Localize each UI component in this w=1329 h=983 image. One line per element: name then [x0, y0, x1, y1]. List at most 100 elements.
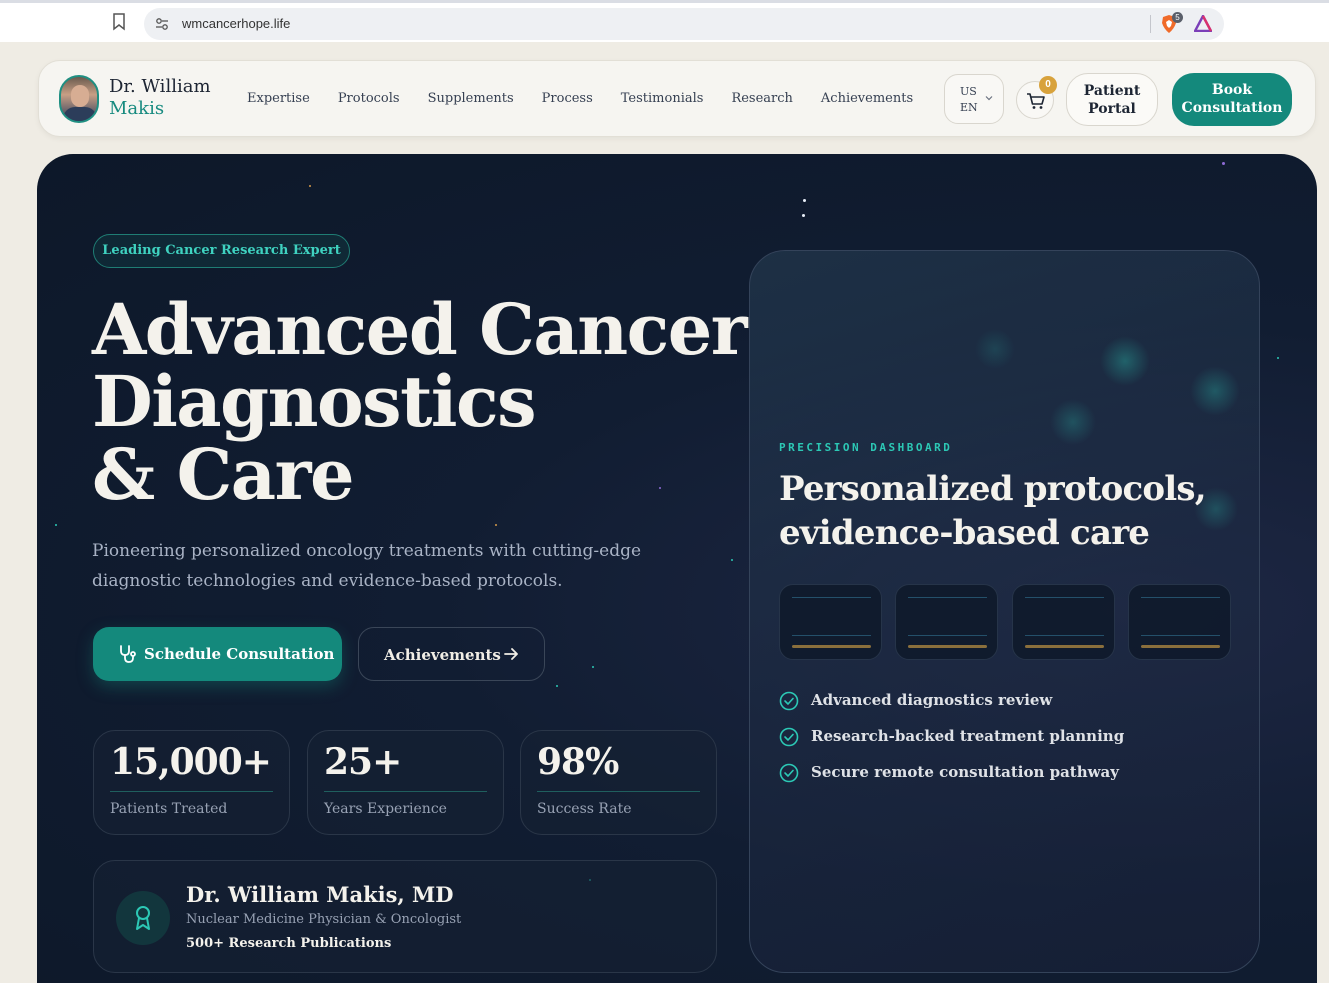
chevron-down-icon	[985, 96, 993, 101]
achievements-button[interactable]: Achievements	[358, 627, 545, 681]
tile-line	[792, 597, 871, 598]
brand-last-name[interactable]: Makis	[109, 98, 164, 119]
award-badge	[116, 891, 170, 945]
star-decoration	[55, 524, 57, 526]
metric-tile	[779, 584, 882, 660]
browser-toolbar: wmcancerhope.life 5	[0, 0, 1329, 42]
doctor-publications: 500+ Research Publications	[186, 936, 392, 951]
hero-title-line1: Advanced Cancer	[92, 288, 748, 371]
schedule-consultation-button[interactable]: Schedule Consultation	[93, 627, 342, 681]
check-circle-icon	[779, 763, 799, 783]
checklist-label: Advanced diagnostics review	[811, 691, 1053, 709]
shields-count-badge: 5	[1172, 12, 1183, 23]
brand-first-name[interactable]: Dr. William	[109, 76, 211, 97]
tile-progress-bar	[908, 645, 987, 648]
url-text[interactable]: wmcancerhope.life	[182, 16, 290, 31]
stat-card-patients: 15,000+ Patients Treated	[93, 730, 290, 835]
hero-lead-text: Pioneering personalized oncology treatme…	[92, 541, 642, 591]
brave-rewards-icon[interactable]	[1194, 15, 1212, 32]
star-decoration	[1222, 162, 1225, 165]
hero-title-line3: & Care	[92, 433, 355, 516]
dashboard-title-line2: evidence-based care	[779, 513, 1150, 553]
book-consultation-button[interactable]: Book Consultation	[1172, 73, 1292, 126]
stat-value: 15,000+	[110, 741, 272, 783]
site-info-icon[interactable]	[154, 16, 170, 32]
star-decoration	[731, 559, 733, 561]
star-decoration	[556, 685, 558, 687]
hero-tagline-badge: Leading Cancer Research Expert	[93, 234, 350, 268]
main-nav: Expertise Protocols Supplements Process …	[247, 91, 913, 106]
achievements-label: Achievements	[384, 646, 501, 664]
book-label-line1: Book	[1211, 82, 1253, 98]
tile-progress-bar	[792, 645, 871, 648]
stat-label: Patients Treated	[110, 801, 228, 817]
stat-divider	[537, 791, 700, 792]
metric-tile	[1128, 584, 1231, 660]
metric-tile	[1012, 584, 1115, 660]
tile-line	[1141, 597, 1220, 598]
star-decoration	[1277, 357, 1279, 359]
nav-item-research[interactable]: Research	[731, 91, 792, 106]
doctor-profile-card: Dr. William Makis, MD Nuclear Medicine P…	[93, 860, 717, 973]
doctor-role: Nuclear Medicine Physician & Oncologist	[186, 912, 462, 927]
dashboard-title: Personalized protocols, evidence-based c…	[779, 467, 1249, 555]
patient-portal-button[interactable]: Patient Portal	[1066, 73, 1158, 126]
site-header: Dr. William Makis Expertise Protocols Su…	[38, 60, 1316, 137]
arrow-right-icon	[504, 648, 518, 660]
nav-item-expertise[interactable]: Expertise	[247, 91, 310, 106]
checklist-label: Secure remote consultation pathway	[811, 763, 1119, 781]
bookmark-icon[interactable]	[112, 13, 126, 31]
language-region: US	[960, 85, 977, 98]
stat-label: Success Rate	[537, 801, 632, 817]
check-circle-icon	[779, 727, 799, 747]
url-divider	[1150, 15, 1151, 33]
hero-title-line2: Diagnostics	[92, 360, 537, 443]
star-decoration	[803, 199, 806, 202]
nav-item-testimonials[interactable]: Testimonials	[621, 91, 704, 106]
nav-item-supplements[interactable]: Supplements	[428, 91, 514, 106]
language-selector[interactable]: US EN	[944, 74, 1004, 124]
avatar-body	[63, 107, 97, 121]
star-decoration	[802, 214, 805, 217]
tile-line	[1025, 635, 1104, 636]
stethoscope-icon	[120, 645, 136, 663]
doctor-name: Dr. William Makis, MD	[186, 882, 454, 907]
stat-divider	[110, 791, 273, 792]
cart-count-badge: 0	[1039, 76, 1057, 94]
tile-progress-bar	[1025, 645, 1104, 648]
stat-label: Years Experience	[324, 801, 447, 817]
stat-card-experience: 25+ Years Experience	[307, 730, 504, 835]
nav-item-process[interactable]: Process	[542, 91, 593, 106]
glow-decoration	[975, 329, 1015, 369]
award-icon	[136, 906, 150, 930]
star-decoration	[309, 185, 311, 187]
precision-dashboard-card: PRECISION DASHBOARD Personalized protoco…	[749, 250, 1260, 973]
portal-label-line2: Portal	[1088, 101, 1136, 117]
metric-tile	[895, 584, 998, 660]
avatar[interactable]	[59, 75, 99, 123]
glow-decoration	[1190, 366, 1240, 416]
tile-progress-bar	[1141, 645, 1220, 648]
stat-card-success: 98% Success Rate	[520, 730, 717, 835]
checklist-label: Research-backed treatment planning	[811, 727, 1125, 745]
nav-item-achievements[interactable]: Achievements	[821, 91, 913, 106]
tile-line	[908, 597, 987, 598]
tile-line	[1025, 597, 1104, 598]
star-decoration	[659, 487, 661, 489]
dashboard-title-line1: Personalized protocols,	[779, 469, 1207, 509]
stat-divider	[324, 791, 487, 792]
stat-value: 25+	[324, 741, 402, 783]
tile-line	[792, 635, 871, 636]
book-label-line2: Consultation	[1181, 100, 1283, 116]
address-bar[interactable]: wmcancerhope.life 5	[144, 8, 1224, 40]
nav-item-protocols[interactable]: Protocols	[338, 91, 400, 106]
star-decoration	[592, 666, 594, 668]
stat-value: 98%	[537, 741, 619, 783]
star-decoration	[495, 524, 497, 526]
cart-icon	[1027, 93, 1045, 109]
hero-section: Leading Cancer Research Expert Advanced …	[37, 154, 1317, 983]
dashboard-eyebrow: PRECISION DASHBOARD	[779, 441, 953, 454]
schedule-consultation-label: Schedule Consultation	[144, 645, 335, 663]
tile-line	[908, 635, 987, 636]
language-code: EN	[960, 101, 978, 114]
